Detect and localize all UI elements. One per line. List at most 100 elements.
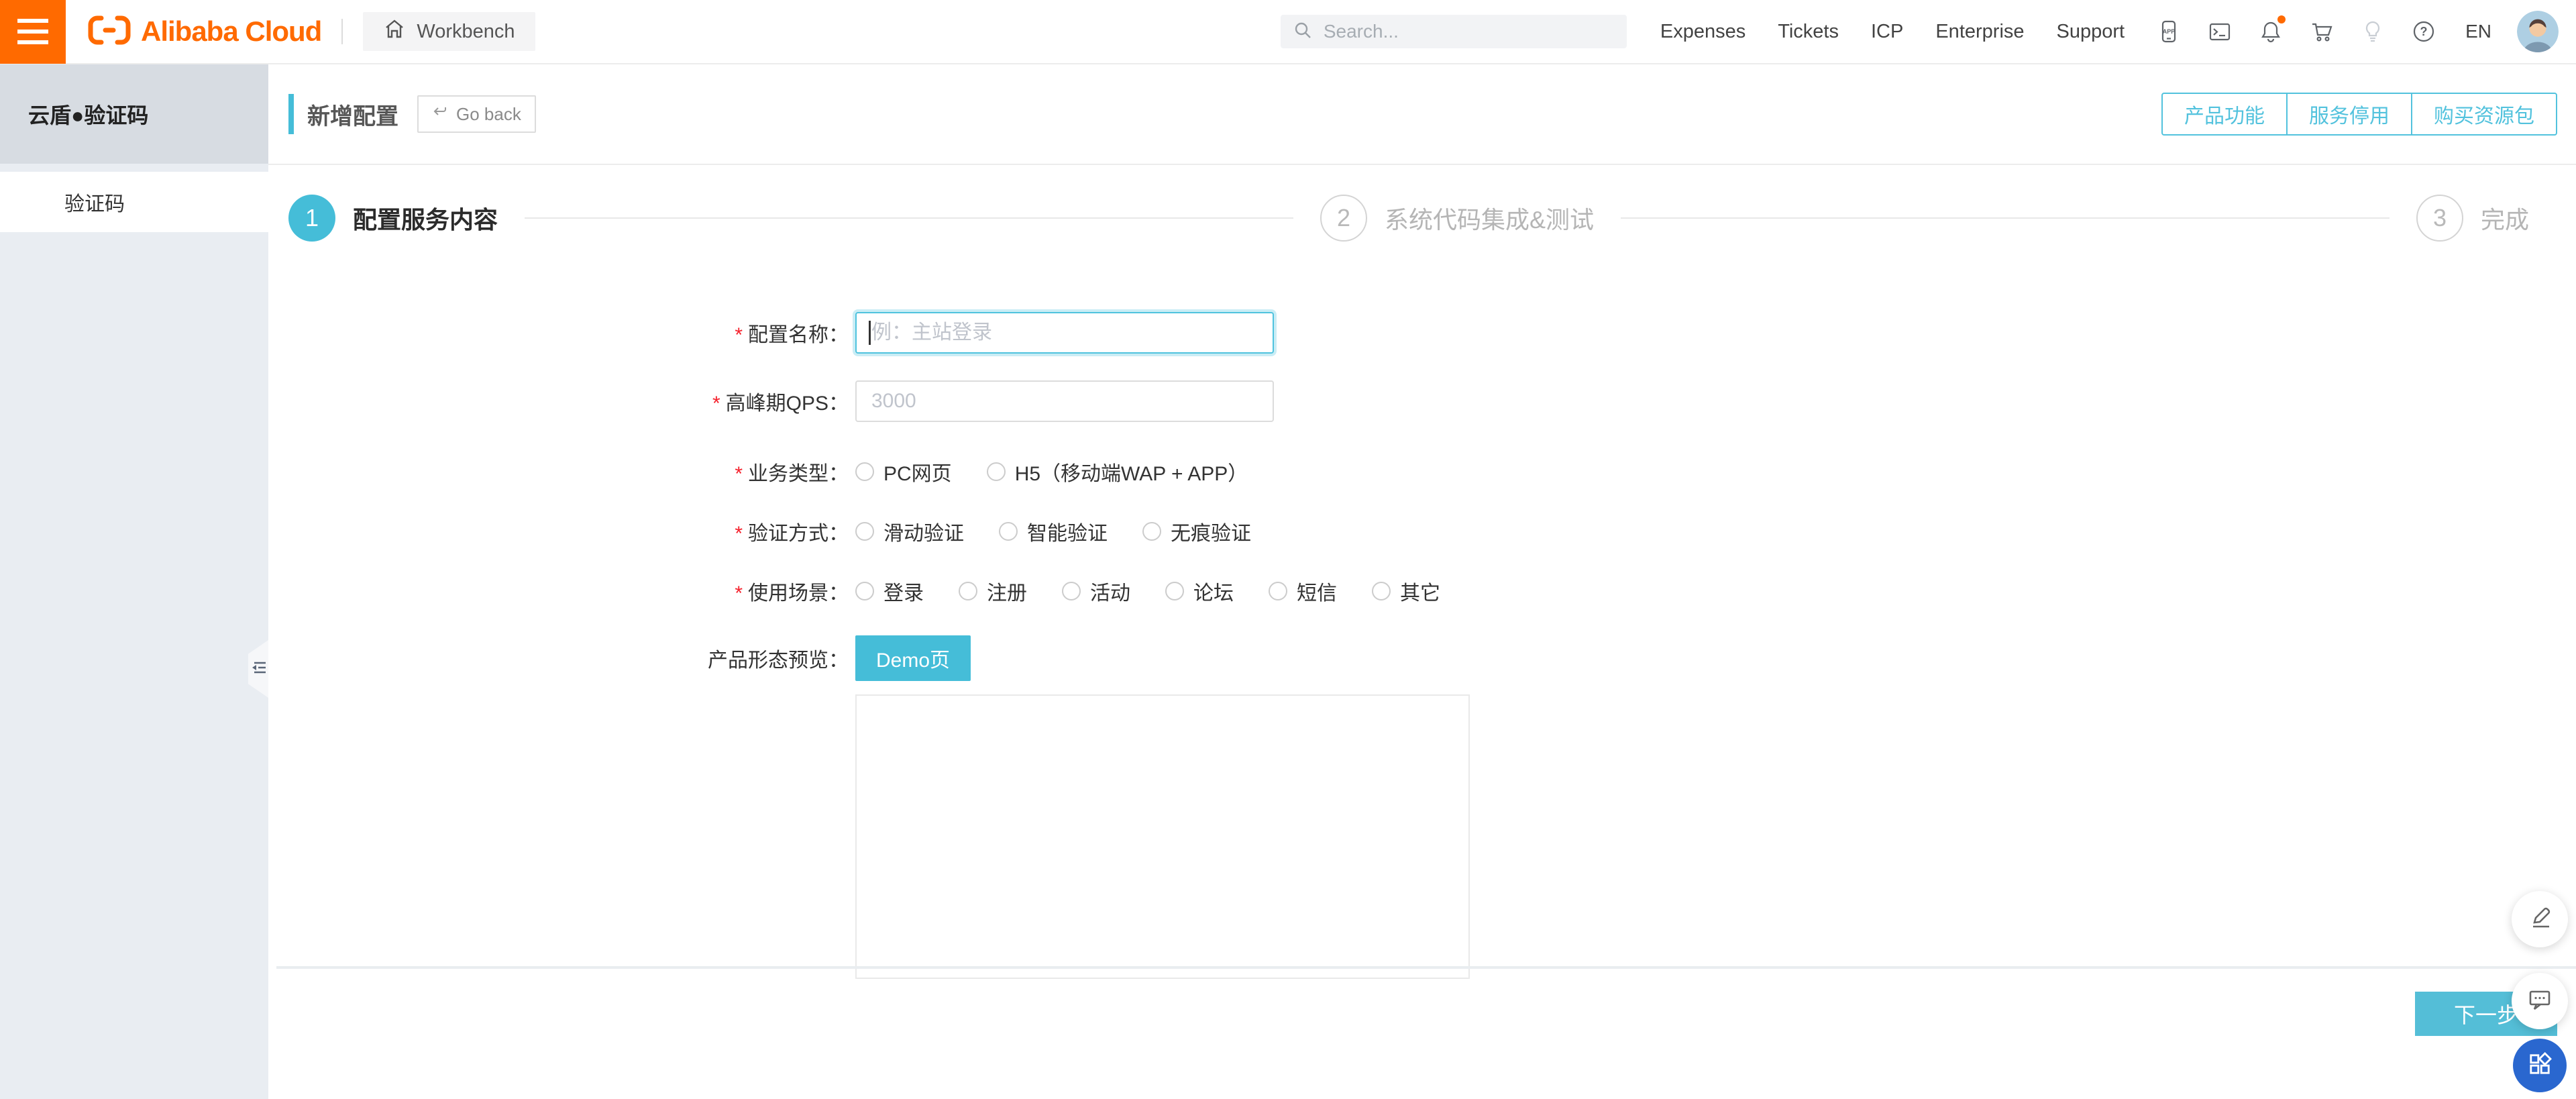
radio-business-type-PC网页[interactable]: PC网页 xyxy=(855,457,952,486)
text-caret xyxy=(869,321,871,345)
avatar[interactable] xyxy=(2517,11,2559,52)
notification-badge xyxy=(2277,15,2286,23)
radio-verify-mode-无痕验证[interactable]: 无痕验证 xyxy=(1142,517,1251,546)
config-name-input-wrapper xyxy=(855,312,1274,354)
title-accent-bar xyxy=(288,94,294,134)
action-button-服务停用[interactable]: 服务停用 xyxy=(2286,93,2412,136)
form-label-business-type: * 业务类型： xyxy=(735,463,849,485)
header-icons: APP? xyxy=(2155,15,2437,45)
radio-usage-scene-活动[interactable]: 活动 xyxy=(1062,576,1130,606)
required-asterisk: * xyxy=(735,463,743,485)
top-header: Alibaba Cloud Workbench Expenses Tickets I… xyxy=(0,0,2576,64)
radio-verify-mode-滑动验证[interactable]: 滑动验证 xyxy=(855,517,964,546)
radio-circle-icon xyxy=(999,522,1018,541)
header-divider xyxy=(341,19,343,44)
header-links: Expenses Tickets ICP Enterprise Support xyxy=(1660,21,2125,43)
header-link-expenses[interactable]: Expenses xyxy=(1660,21,1746,43)
step-label: 完成 xyxy=(2481,206,2530,233)
radio-usage-scene-登录[interactable]: 登录 xyxy=(855,576,924,606)
action-button-购买资源包[interactable]: 购买资源包 xyxy=(2411,93,2557,136)
page-title: 新增配置 xyxy=(307,103,398,129)
radio-usage-scene-其它[interactable]: 其它 xyxy=(1372,576,1440,606)
header-link-icp[interactable]: ICP xyxy=(1871,21,1903,43)
demo-page-button[interactable]: Demo页 xyxy=(855,635,971,681)
radio-label: H5（移动端WAP + APP） xyxy=(1014,463,1248,485)
wizard-step-2: 2 系统代码集成&测试 xyxy=(1320,195,1594,242)
action-button-产品功能[interactable]: 产品功能 xyxy=(2161,93,2288,136)
radio-usage-scene-短信[interactable]: 短信 xyxy=(1269,576,1337,606)
sidebar: 云盾●验证码 验证码 xyxy=(0,64,268,1099)
feedback-pencil-fab[interactable] xyxy=(2512,891,2568,947)
search-input[interactable] xyxy=(1322,20,1615,43)
help-icon[interactable]: ? xyxy=(2410,18,2437,45)
language-selector[interactable]: EN xyxy=(2465,21,2491,42)
pencil-icon xyxy=(2526,904,2553,935)
header-link-enterprise[interactable]: Enterprise xyxy=(1935,21,2024,43)
peak-qps-input-wrapper xyxy=(855,380,1274,422)
workbench-button[interactable]: Workbench xyxy=(363,12,535,51)
hamburger-menu-button[interactable] xyxy=(0,0,66,64)
form-control-business-type: PC网页 H5（移动端WAP + APP） xyxy=(855,457,1283,486)
required-asterisk: * xyxy=(712,392,720,415)
go-back-button[interactable]: Go back xyxy=(417,95,536,133)
radio-verify-mode-智能验证[interactable]: 智能验证 xyxy=(999,517,1108,546)
header-link-support[interactable]: Support xyxy=(2057,21,2125,43)
header-link-tickets[interactable]: Tickets xyxy=(1778,21,1839,43)
main-content: 新增配置 Go back 产品功能 服务停用 购买资源包 1 配置服务内容 2 系统代码集… xyxy=(268,64,2576,1099)
form-label-usage-scene: * 使用场景： xyxy=(735,582,849,605)
radio-business-type-H5（移动端WAP + APP）[interactable]: H5（移动端WAP + APP） xyxy=(986,457,1248,486)
form-control-peak-qps xyxy=(855,380,1274,422)
chat-icon xyxy=(2526,986,2554,1017)
radio-label: 活动 xyxy=(1090,582,1130,605)
step-connector xyxy=(1621,217,2390,219)
radio-usage-scene-注册[interactable]: 注册 xyxy=(959,576,1027,606)
console-icon[interactable] xyxy=(2206,18,2233,45)
form-row-business-type: * 业务类型： PC网页 H5（移动端WAP + APP） xyxy=(268,457,2576,486)
wizard-steps: 1 配置服务内容 2 系统代码集成&测试 3 完成 xyxy=(288,195,2529,242)
form-row-peak-qps: * 高峰期QPS： xyxy=(268,380,2576,422)
step-label: 系统代码集成&测试 xyxy=(1385,206,1595,233)
workbench-label: Workbench xyxy=(417,20,515,42)
radio-label: 论坛 xyxy=(1193,582,1234,605)
page-title-bar: 新增配置 Go back 产品功能 服务停用 购买资源包 xyxy=(268,64,2576,165)
radio-circle-icon xyxy=(986,462,1006,481)
form-control-config-name xyxy=(855,312,1274,354)
search-box[interactable] xyxy=(1280,15,1627,48)
go-back-label: Go back xyxy=(456,103,521,124)
peak-qps-input[interactable] xyxy=(857,382,1273,421)
sidebar-item-验证码[interactable]: 验证码 xyxy=(0,172,268,232)
radio-circle-icon xyxy=(959,582,977,600)
radio-label: 登录 xyxy=(883,582,924,605)
cart-icon[interactable] xyxy=(2308,18,2335,45)
bottom-divider xyxy=(276,966,2576,969)
app-icon[interactable]: APP xyxy=(2155,18,2182,45)
radio-label: PC网页 xyxy=(883,463,952,485)
radio-circle-icon xyxy=(1142,522,1161,541)
radio-circle-icon xyxy=(855,582,874,600)
radio-label: 无痕验证 xyxy=(1171,523,1251,545)
step-number-badge: 2 xyxy=(1320,195,1367,242)
radio-usage-scene-论坛[interactable]: 论坛 xyxy=(1165,576,1234,606)
preview-box xyxy=(855,694,1470,979)
chat-support-fab[interactable] xyxy=(2512,973,2568,1029)
notification-icon[interactable] xyxy=(2257,15,2286,45)
sidebar-collapse-handle[interactable] xyxy=(248,640,268,698)
form-row-verify-mode: * 验证方式： 滑动验证 智能验证 无痕验证 xyxy=(268,517,2576,546)
radio-circle-icon xyxy=(855,522,874,541)
lightbulb-icon[interactable] xyxy=(2359,18,2386,45)
apps-grid-fab[interactable] xyxy=(2513,1039,2567,1092)
step-label: 配置服务内容 xyxy=(353,206,498,233)
form-row-usage-scene: * 使用场景： 登录 注册 活动 论坛 短信 其它 xyxy=(268,576,2576,606)
step-number-badge: 1 xyxy=(288,195,335,242)
radio-circle-icon xyxy=(1269,582,1287,600)
form-control-verify-mode: 滑动验证 智能验证 无痕验证 xyxy=(855,517,1286,546)
wizard-step-3: 3 完成 xyxy=(2416,195,2529,242)
radio-circle-icon xyxy=(1372,582,1391,600)
required-asterisk: * xyxy=(735,324,743,346)
step-number-badge: 3 xyxy=(2416,195,2463,242)
home-icon xyxy=(383,17,406,46)
radio-label: 滑动验证 xyxy=(883,523,964,545)
alibaba-cloud-logo[interactable]: Alibaba Cloud xyxy=(87,15,322,49)
config-name-input[interactable] xyxy=(857,313,1273,352)
form-label-verify-mode: * 验证方式： xyxy=(735,523,849,545)
